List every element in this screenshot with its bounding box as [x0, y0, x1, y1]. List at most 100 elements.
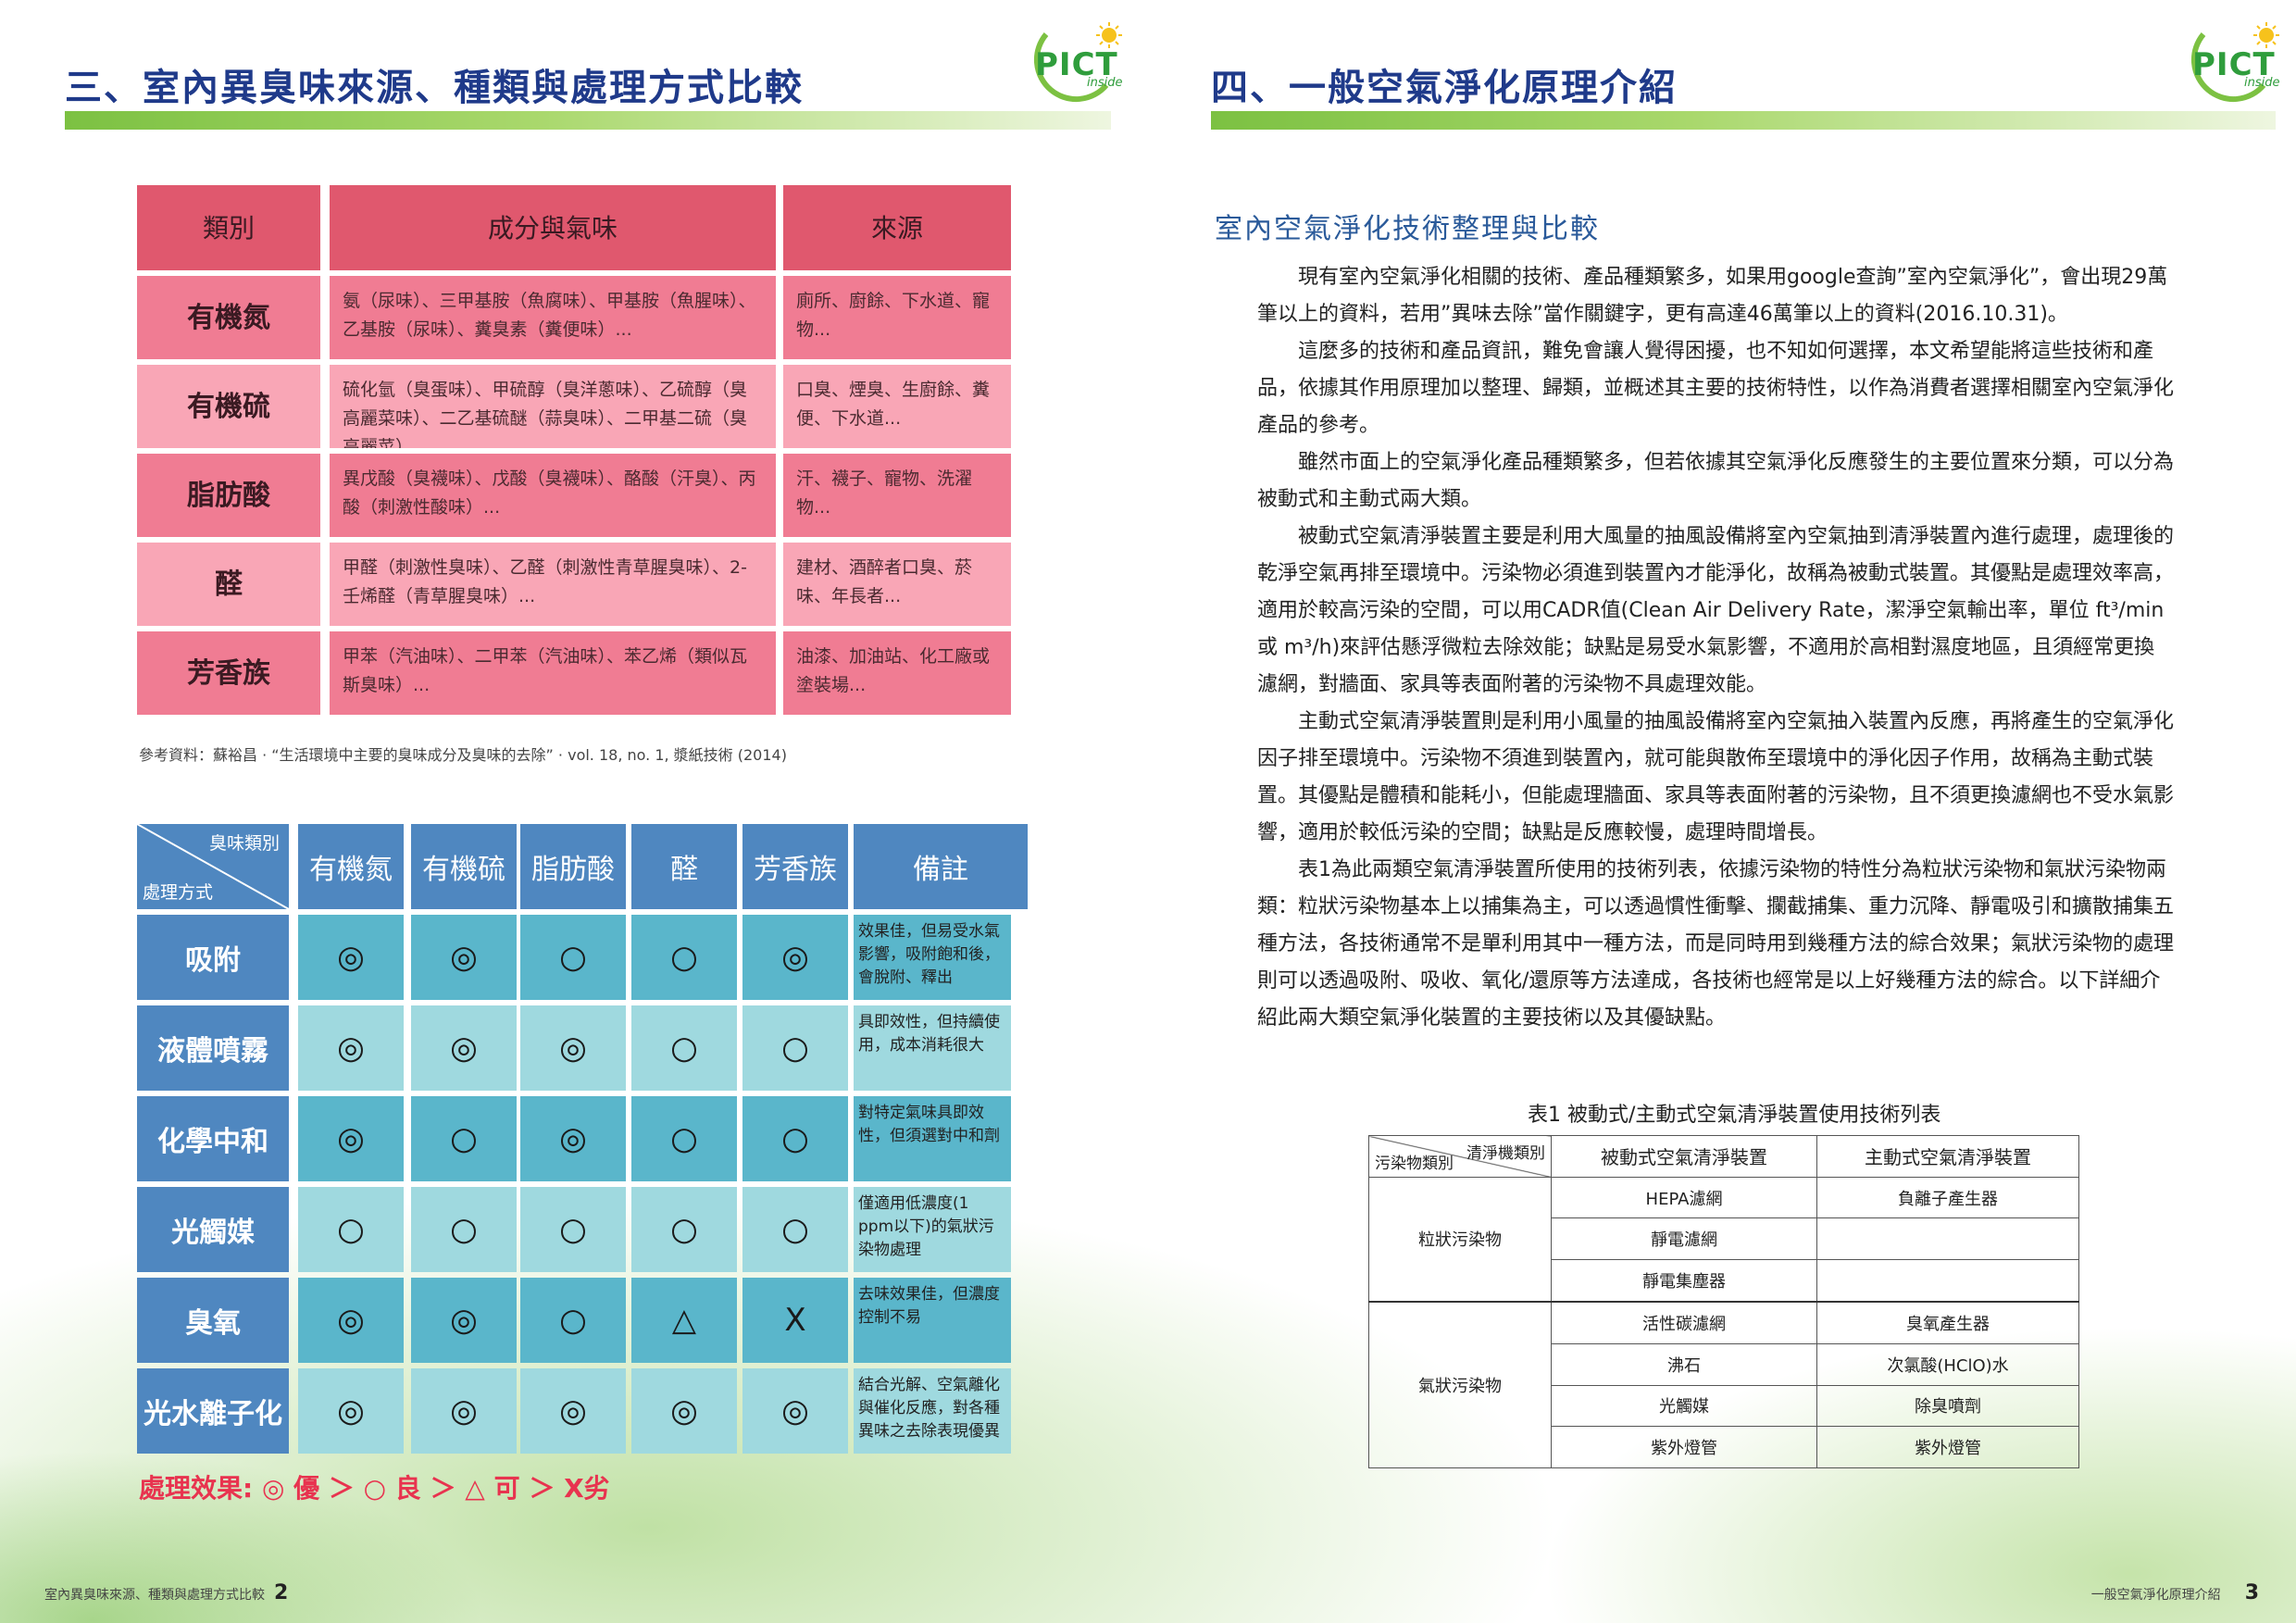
effect-mark: ○	[631, 1187, 737, 1272]
effect-mark: ◎	[411, 1005, 517, 1091]
effect-mark: ○	[298, 1187, 404, 1272]
table-cell: 除臭噴劑	[1816, 1384, 2079, 1428]
method-note: 結合光解、空氣離化與催化反應，對各種異味之去除表現優異	[854, 1368, 1011, 1454]
table-header: 脂肪酸	[520, 824, 626, 909]
method-note: 效果佳，但易受水氣影響，吸附飽和後，會脫附、釋出	[854, 915, 1011, 1000]
effect-mark: ◎	[520, 1096, 626, 1181]
odor-components: 氨（尿味）、三甲基胺（魚腐味）、甲基胺（魚腥味）、乙基胺（尿味）、糞臭素（糞便味…	[330, 276, 776, 359]
reference-note: 參考資料：蘇裕昌 · “生活環境中主要的臭味成分及臭味的去除” · vol. 1…	[139, 746, 787, 764]
table-header: 成分與氣味	[330, 185, 776, 270]
method-label: 光水離子化	[137, 1368, 289, 1454]
pict-logo: PICT inside	[1009, 20, 1129, 104]
table-cell: 紫外燈管	[1816, 1426, 2079, 1468]
group-label: 氣狀污染物	[1368, 1300, 1552, 1468]
effect-mark: ◎	[411, 1368, 517, 1454]
paragraph: 雖然市面上的空氣淨化產品種類繁多，但若依據其空氣淨化反應發生的主要位置來分類，可…	[1257, 451, 2175, 511]
table-cell: 靜電集塵器	[1551, 1259, 1817, 1303]
tech-table: 清淨機類別 污染物類別 被動式空氣清淨裝置 主動式空氣清淨裝置 粒狀污染物 HE…	[1368, 1135, 2079, 1468]
heading-underline	[65, 111, 1111, 130]
method-label: 臭氧	[137, 1278, 289, 1363]
odor-source: 建材、酒醉者口臭、菸味、年長者...	[783, 543, 1011, 626]
right-page: 四、一般空氣淨化原理介紹 PICT inside 室內空氣淨化技術整理與比較 現…	[1148, 0, 2296, 1623]
effect-mark: ○	[631, 915, 737, 1000]
odor-source: 汗、襪子、寵物、洗濯物...	[783, 454, 1011, 537]
odor-components: 甲苯（汽油味）、二甲苯（汽油味）、苯乙烯（類似瓦斯臭味）...	[330, 631, 776, 715]
logo-sub: inside	[2244, 76, 2280, 90]
effect-mark: ◎	[298, 915, 404, 1000]
treatment-legend: 處理效果: ◎ 優 ＞ ○ 良 ＞ △ 可 ＞ X劣	[139, 1473, 610, 1504]
odor-source: 廁所、廚餘、下水道、寵物...	[783, 276, 1011, 359]
method-label: 化學中和	[137, 1096, 289, 1181]
table-header: 有機硫	[411, 824, 517, 909]
paragraph: 主動式空氣清淨裝置則是利用小風量的抽風設備將室內空氣抽入裝置內反應，再將產生的空…	[1257, 710, 2175, 844]
table-header: 備註	[854, 824, 1028, 909]
group-label: 粒狀污染物	[1368, 1176, 1552, 1303]
page-number: 3	[2244, 1581, 2259, 1604]
odor-components: 異戊酸（臭襪味）、戊酸（臭襪味）、酪酸（汗臭）、丙酸（刺激性酸味）...	[330, 454, 776, 537]
effect-mark: ◎	[411, 915, 517, 1000]
effect-mark: ◎	[520, 1368, 626, 1454]
corner-top-label: 臭味類別	[208, 833, 280, 854]
effect-mark: △	[631, 1278, 737, 1363]
odor-category: 脂肪酸	[137, 454, 320, 537]
paragraph: 表1為此兩類空氣清淨裝置所使用的技術列表，依據污染物的特性分為粒狀污染物和氣狀污…	[1257, 858, 2175, 1030]
page-heading: 四、一般空氣淨化原理介紹	[1211, 67, 1678, 109]
table-caption: 表1 被動式/主動式空氣清淨裝置使用技術列表	[1528, 1104, 1941, 1127]
method-note: 對特定氣味具即效性，但須選對中和劑	[854, 1096, 1011, 1181]
table-cell: 負離子產生器	[1816, 1176, 2079, 1219]
page-number: 2	[274, 1581, 289, 1604]
effect-mark: ◎	[742, 915, 848, 1000]
effect-mark: ○	[742, 1005, 848, 1091]
effect-mark: ○	[520, 1278, 626, 1363]
odor-source: 油漆、加油站、化工廠或塗裝場...	[783, 631, 1011, 715]
effect-mark: ◎	[298, 1096, 404, 1181]
effect-mark: ◎	[298, 1005, 404, 1091]
odor-category: 有機氮	[137, 276, 320, 359]
effect-mark: ◎	[298, 1368, 404, 1454]
column-header: 被動式空氣清淨裝置	[1551, 1135, 1817, 1178]
paragraph: 被動式空氣清淨裝置主要是利用大風量的抽風設備將室內空氣抽到清淨裝置內進行處理，處…	[1257, 525, 2175, 696]
odor-category: 芳香族	[137, 631, 320, 715]
odor-category: 有機硫	[137, 365, 320, 448]
table-corner: 臭味類別處理方式	[137, 824, 289, 909]
effect-mark: ○	[631, 1005, 737, 1091]
table-cell: 靜電濾網	[1551, 1217, 1817, 1261]
table-header: 芳香族	[742, 824, 848, 909]
table-header: 來源	[783, 185, 1011, 270]
column-header: 主動式空氣清淨裝置	[1816, 1135, 2079, 1178]
logo-sub: inside	[1087, 76, 1123, 90]
pict-logo: PICT inside	[2166, 20, 2287, 104]
table-cell	[1816, 1259, 2079, 1303]
table-cell	[1816, 1217, 2079, 1261]
table-header: 醛	[631, 824, 737, 909]
odor-components: 甲醛（刺激性臭味）、乙醛（刺激性青草腥臭味）、2-壬烯醛（青草腥臭味）...	[330, 543, 776, 626]
table-header: 類別	[137, 185, 320, 270]
effect-mark: ○	[742, 1096, 848, 1181]
effect-mark: ○	[631, 1096, 737, 1181]
table-corner: 清淨機類別 污染物類別	[1368, 1135, 1552, 1178]
effect-mark: ◎	[631, 1368, 737, 1454]
effect-mark: X	[742, 1278, 848, 1363]
corner-bottom-label: 污染物類別	[1375, 1154, 1454, 1173]
table-cell: 紫外燈管	[1551, 1426, 1817, 1468]
odor-category: 醛	[137, 543, 320, 626]
footer-text: 一般空氣淨化原理介紹	[2090, 1588, 2221, 1603]
method-label: 吸附	[137, 915, 289, 1000]
section-subtitle: 室內空氣淨化技術整理與比較	[1215, 213, 1600, 245]
method-note: 去味效果佳，但濃度控制不易	[854, 1278, 1011, 1363]
method-note: 僅適用低濃度(1 ppm以下)的氣狀污染物處理	[854, 1187, 1011, 1272]
effect-mark: ◎	[742, 1368, 848, 1454]
table-cell: 光觸媒	[1551, 1384, 1817, 1428]
method-note: 具即效性，但持續使用，成本消耗很大	[854, 1005, 1011, 1091]
page-heading: 三、室內異臭味來源、種類與處理方式比較	[65, 67, 804, 109]
body-text: 現有室內空氣淨化相關的技術、產品種類繁多，如果用google查詢”室內空氣淨化”…	[1257, 259, 2174, 1037]
odor-components: 硫化氫（臭蛋味）、甲硫醇（臭洋蔥味）、乙硫醇（臭高麗菜味）、二乙基硫醚（蒜臭味）…	[330, 365, 776, 448]
effect-mark: ○	[411, 1096, 517, 1181]
heading-underline	[1211, 111, 2276, 130]
corner-bottom-label: 處理方式	[143, 882, 214, 903]
effect-mark: ○	[742, 1187, 848, 1272]
method-label: 光觸媒	[137, 1187, 289, 1272]
effect-mark: ◎	[411, 1278, 517, 1363]
odor-source: 口臭、煙臭、生廚餘、糞便、下水道...	[783, 365, 1011, 448]
table-cell: HEPA濾網	[1551, 1176, 1817, 1219]
